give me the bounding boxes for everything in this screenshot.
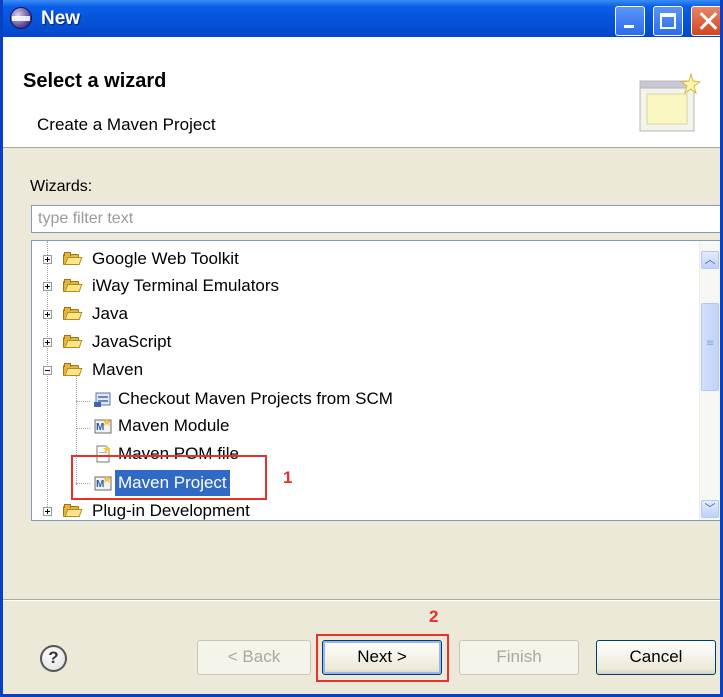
button-bar-separator	[3, 599, 720, 601]
title-bar[interactable]: New	[3, 0, 720, 37]
finish-button[interactable]: Finish	[459, 640, 579, 675]
header-description: Create a Maven Project	[37, 115, 216, 134]
wizards-label: Wizards:	[30, 178, 93, 195]
folder-icon	[63, 279, 83, 292]
filter-input[interactable]	[31, 205, 720, 233]
scroll-up-button[interactable]: ︿	[701, 251, 719, 269]
tree-item-label: Java	[92, 304, 128, 323]
svg-text:M: M	[96, 422, 104, 433]
folder-open-icon	[63, 363, 83, 376]
scroll-thumb[interactable]	[701, 303, 719, 391]
folder-icon	[63, 504, 83, 517]
folder-icon	[63, 335, 83, 348]
help-button[interactable]: ?	[40, 645, 67, 672]
scroll-down-button[interactable]: ﹀	[701, 500, 719, 518]
tree-item-label: JavaScript	[92, 332, 172, 351]
cancel-button[interactable]: Cancel	[596, 640, 716, 675]
tree-item-label: Google Web Toolkit	[92, 249, 239, 268]
tree-item-maven[interactable]: Maven	[32, 357, 692, 383]
tree-item-plug-in-development[interactable]: Plug-in Development	[32, 498, 692, 520]
tree-item-label: Maven Module	[118, 416, 230, 435]
maximize-button[interactable]	[653, 6, 683, 36]
wizard-header: Select a wizard Create a Maven Project	[3, 37, 720, 148]
new-wizard-banner-icon	[639, 72, 701, 132]
expand-icon[interactable]	[43, 282, 52, 291]
window-title: New	[41, 8, 81, 29]
header-title: Select a wizard	[23, 70, 167, 92]
expand-icon[interactable]	[43, 507, 52, 516]
maven-module-icon: M	[94, 418, 112, 434]
collapse-icon[interactable]	[43, 366, 52, 375]
folder-icon	[63, 307, 83, 320]
close-button[interactable]	[691, 6, 720, 36]
expand-icon[interactable]	[43, 310, 52, 319]
minimize-button[interactable]	[615, 6, 645, 36]
tree-item-google-web-toolkit[interactable]: Google Web Toolkit	[32, 246, 692, 272]
new-wizard-dialog: New Select a wizard Create a Maven Proje…	[0, 0, 723, 697]
annotation-highlight-next	[316, 634, 449, 682]
tree-item-java[interactable]: Java	[32, 301, 692, 327]
annotation-highlight-maven-project	[71, 455, 267, 500]
tree-item-label: Plug-in Development	[92, 501, 250, 520]
tree-item-maven-module[interactable]: M Maven Module	[32, 413, 692, 439]
tree-scrollbar[interactable]: ︿ ﹀	[699, 241, 720, 520]
expand-icon[interactable]	[43, 255, 52, 264]
eclipse-icon	[10, 7, 32, 29]
tree-item-label: iWay Terminal Emulators	[92, 276, 280, 295]
tree-item-checkout-maven-projects[interactable]: Checkout Maven Projects from SCM	[32, 386, 692, 412]
tree-item-javascript[interactable]: JavaScript	[32, 329, 692, 355]
scm-checkout-icon	[94, 392, 111, 407]
tree-item-label: Maven	[92, 360, 144, 379]
folder-icon	[63, 252, 83, 265]
annotation-step-2: 2	[429, 607, 439, 626]
tree-item-label: Checkout Maven Projects from SCM	[118, 389, 393, 408]
expand-icon[interactable]	[43, 338, 52, 347]
back-button[interactable]: < Back	[197, 640, 311, 675]
tree-item-iway-terminal-emulators[interactable]: iWay Terminal Emulators	[32, 273, 692, 299]
annotation-step-1: 1	[283, 468, 293, 487]
